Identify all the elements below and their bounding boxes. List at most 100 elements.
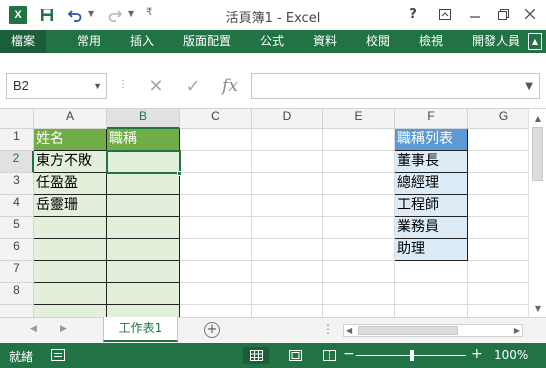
cell-e8[interactable] [323, 283, 395, 305]
cell-g4[interactable] [468, 195, 528, 217]
scroll-left-icon[interactable]: ◀ [346, 326, 352, 335]
sheet-tab-1[interactable]: 工作表1 [103, 317, 178, 342]
previous-sheet-icon[interactable]: ◀ [30, 324, 37, 334]
page-break-preview-icon[interactable] [316, 347, 342, 364]
page-layout-view-icon[interactable] [282, 347, 308, 364]
scroll-right-icon[interactable]: ▶ [514, 326, 520, 335]
cell-a9[interactable] [34, 305, 107, 317]
cell-f6[interactable]: 助理 [395, 239, 468, 261]
column-header-f[interactable]: F [395, 109, 468, 129]
tab-split-grip-icon[interactable]: ⋮ [322, 322, 334, 336]
row-header-7[interactable]: 7 [0, 261, 34, 283]
column-header-a[interactable]: A [34, 109, 107, 129]
normal-view-icon[interactable] [243, 347, 269, 364]
vertical-scroll-thumb[interactable] [532, 127, 543, 181]
cell-e4[interactable] [323, 195, 395, 217]
fill-handle[interactable] [177, 171, 182, 176]
cell-d8[interactable] [252, 283, 323, 305]
cell-d9[interactable] [252, 305, 323, 317]
cell-d3[interactable] [252, 173, 323, 195]
cell-f9[interactable] [395, 305, 468, 317]
cell-a8[interactable] [34, 283, 107, 305]
cell-f2[interactable]: 董事長 [395, 151, 468, 173]
cell-b4[interactable] [107, 195, 180, 217]
tab-insert[interactable]: 插入 [130, 30, 154, 53]
restore-icon[interactable] [492, 4, 514, 24]
cell-a2[interactable]: 東方不敗 [34, 151, 107, 173]
cell-g3[interactable] [468, 173, 528, 195]
cell-c6[interactable] [180, 239, 252, 261]
zoom-level[interactable]: 100% [494, 348, 528, 362]
cell-a5[interactable] [34, 217, 107, 239]
cell-c2[interactable] [180, 151, 252, 173]
cell-g9[interactable] [468, 305, 528, 317]
row-header-3[interactable]: 3 [0, 173, 34, 195]
cell-d6[interactable] [252, 239, 323, 261]
column-header-g[interactable]: G [468, 109, 528, 129]
ribbon-collapse-icon[interactable]: ▲ [528, 33, 542, 50]
cell-b9[interactable] [107, 305, 180, 317]
cell-a1[interactable]: 姓名 [34, 129, 107, 151]
redo-icon[interactable] [106, 6, 124, 24]
tab-formulas[interactable]: 公式 [260, 30, 284, 53]
column-header-b[interactable]: B [107, 109, 180, 129]
cell-d2[interactable] [252, 151, 323, 173]
name-box[interactable]: B2 ▼ [6, 73, 107, 99]
cell-f8[interactable] [395, 283, 468, 305]
cell-g1[interactable] [468, 129, 528, 151]
next-sheet-icon[interactable]: ▶ [60, 324, 67, 334]
cell-a6[interactable] [34, 239, 107, 261]
row-header-2[interactable]: 2 [0, 151, 34, 173]
cell-g8[interactable] [468, 283, 528, 305]
zoom-slider-thumb[interactable] [410, 350, 414, 361]
horizontal-scrollbar[interactable]: ◀ ▶ [343, 324, 523, 337]
row-header-1[interactable]: 1 [0, 129, 34, 151]
undo-icon[interactable] [66, 6, 84, 24]
cell-c3[interactable] [180, 173, 252, 195]
save-icon[interactable] [38, 6, 56, 24]
cell-a7[interactable] [34, 261, 107, 283]
cell-b1[interactable]: 職稱 [107, 129, 180, 151]
cell-a3[interactable]: 任盈盈 [34, 173, 107, 195]
enter-icon[interactable]: ✓ [179, 73, 207, 99]
row-header-6[interactable]: 6 [0, 239, 34, 261]
cell-b8[interactable] [107, 283, 180, 305]
add-sheet-icon[interactable]: + [204, 322, 220, 338]
cell-b6[interactable] [107, 239, 180, 261]
cell-a4[interactable]: 岳靈珊 [34, 195, 107, 217]
tab-home[interactable]: 常用 [77, 30, 101, 53]
undo-dropdown-icon[interactable]: ▼ [88, 9, 94, 18]
cell-g7[interactable] [468, 261, 528, 283]
cell-b5[interactable] [107, 217, 180, 239]
cell-d7[interactable] [252, 261, 323, 283]
row-header-8[interactable]: 8 [0, 283, 34, 305]
cancel-icon[interactable]: ✕ [142, 73, 170, 99]
row-header-5[interactable]: 5 [0, 217, 34, 239]
cell-e3[interactable] [323, 173, 395, 195]
cell-e6[interactable] [323, 239, 395, 261]
cell-b2[interactable] [107, 151, 180, 173]
cell-e9[interactable] [323, 305, 395, 317]
tab-page-layout[interactable]: 版面配置 [183, 30, 231, 53]
tab-review[interactable]: 校閱 [366, 30, 390, 53]
help-button[interactable]: ? [402, 4, 424, 24]
scroll-down-icon[interactable]: ▼ [531, 301, 545, 315]
cell-f7[interactable] [395, 261, 468, 283]
cell-c4[interactable] [180, 195, 252, 217]
redo-dropdown-icon[interactable]: ▼ [128, 9, 134, 18]
cell-g5[interactable] [468, 217, 528, 239]
zoom-out-icon[interactable]: − [343, 346, 355, 362]
tab-file[interactable]: 檔案 [0, 30, 46, 53]
horizontal-scroll-thumb[interactable] [358, 326, 458, 335]
cell-e7[interactable] [323, 261, 395, 283]
column-header-e[interactable]: E [323, 109, 395, 129]
select-all-button[interactable] [0, 109, 34, 129]
tab-view[interactable]: 檢視 [419, 30, 443, 53]
column-header-d[interactable]: D [252, 109, 323, 129]
scroll-up-icon[interactable]: ▲ [531, 111, 545, 125]
cell-d1[interactable] [252, 129, 323, 151]
macro-record-icon[interactable] [51, 349, 65, 361]
customize-icon[interactable]: ₹ [146, 7, 152, 18]
zoom-in-icon[interactable]: + [471, 346, 483, 362]
insert-function-button[interactable]: fx [216, 73, 244, 99]
